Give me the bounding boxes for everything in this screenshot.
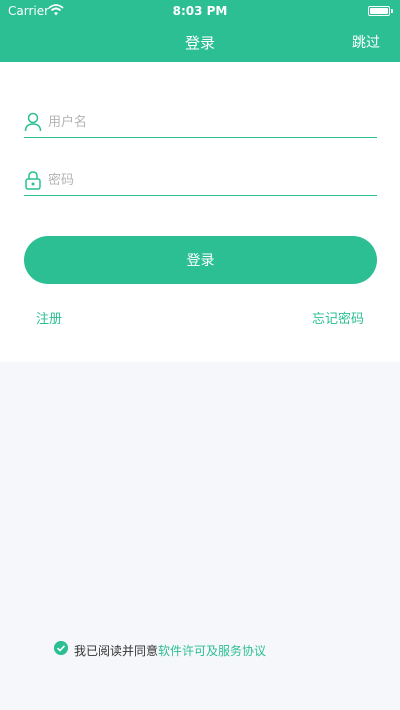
- login-button[interactable]: 登录: [24, 236, 377, 284]
- lock-icon: [25, 171, 41, 190]
- register-link[interactable]: 注册: [36, 308, 62, 327]
- forgot-password-link[interactable]: 忘记密码: [312, 308, 364, 327]
- password-input[interactable]: [48, 168, 368, 192]
- password-field[interactable]: [24, 166, 377, 196]
- license-agreement-link[interactable]: 软件许可及服务协议: [158, 644, 266, 658]
- page-title: 登录: [184, 34, 215, 52]
- agreement-prefix: 我已阅读并同意: [74, 644, 159, 658]
- status-bar: Carrier 8:03 PM: [0, 0, 400, 22]
- user-icon: [24, 112, 42, 132]
- agreement-text: 我已阅读并同意软件许可及服务协议: [74, 642, 266, 659]
- status-time: 8:03 PM: [172, 4, 228, 18]
- username-field[interactable]: [24, 108, 377, 138]
- skip-button[interactable]: 跳过: [352, 32, 380, 52]
- username-input[interactable]: [48, 110, 368, 134]
- battery-icon: [368, 6, 393, 16]
- checkbox-checked-icon[interactable]: [54, 641, 68, 655]
- header-bar: Carrier 8:03 PM 登录 跳过: [0, 0, 400, 62]
